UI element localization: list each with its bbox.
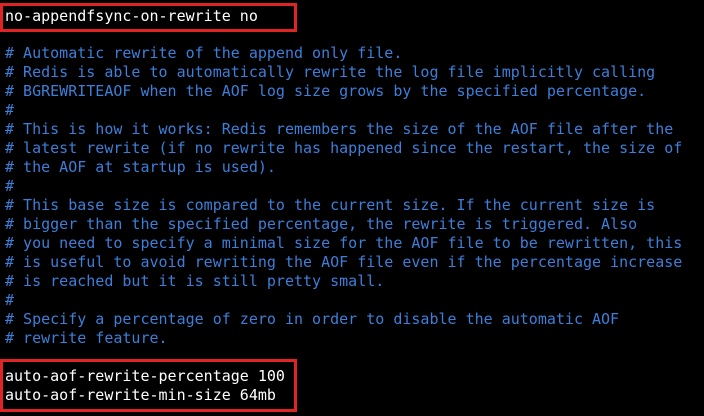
config-line-auto-aof-rewrite-percentage: auto-aof-rewrite-percentage 100 bbox=[5, 367, 285, 385]
comment-line: # you need to specify a minimal size for… bbox=[5, 234, 683, 252]
comment-line: # Redis is able to automatically rewrite… bbox=[5, 63, 656, 81]
comment-line: # This is how it works: Redis remembers … bbox=[5, 120, 674, 138]
terminal-window[interactable]: no-appendfsync-on-rewrite no # Automatic… bbox=[0, 0, 704, 416]
comment-line: # rewrite feature. bbox=[5, 329, 168, 347]
comment-line: # is useful to avoid rewriting the AOF f… bbox=[5, 253, 683, 271]
comment-line: # Automatic rewrite of the append only f… bbox=[5, 44, 403, 62]
comment-line: # bigger than the specified percentage, … bbox=[5, 215, 638, 233]
comment-line: # BGREWRITEAOF when the AOF log size gro… bbox=[5, 82, 647, 100]
comment-line: # Specify a percentage of zero in order … bbox=[5, 310, 620, 328]
comment-line: # bbox=[5, 177, 15, 195]
comment-line: # is reached but it is still pretty smal… bbox=[5, 272, 385, 290]
comment-line: # This base size is compared to the curr… bbox=[5, 196, 656, 214]
comment-line: # the AOF at startup is used). bbox=[5, 158, 276, 176]
comment-line: # bbox=[5, 291, 15, 309]
config-line-auto-aof-rewrite-min-size: auto-aof-rewrite-min-size 64mb bbox=[5, 386, 276, 404]
comment-line: # latest rewrite (if no rewrite has happ… bbox=[5, 139, 683, 157]
comment-line: # bbox=[5, 101, 15, 119]
config-line-no-appendfsync-on-rewrite: no-appendfsync-on-rewrite no bbox=[5, 7, 258, 25]
